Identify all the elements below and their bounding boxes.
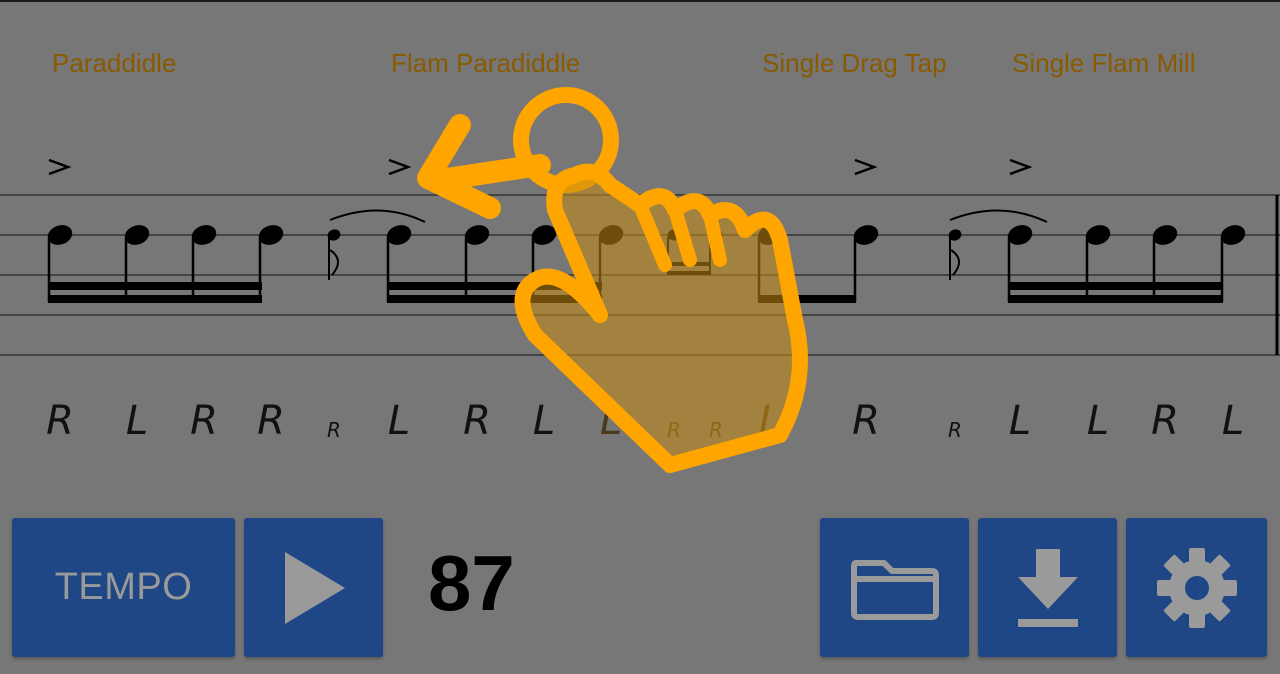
rudiment-title-single-flam-mill[interactable]: Single Flam Mill bbox=[1012, 48, 1196, 79]
sticking-letter: L bbox=[1221, 398, 1245, 444]
download-icon bbox=[1017, 548, 1078, 627]
download-button[interactable] bbox=[978, 518, 1117, 657]
rudiment-title-paraddidle[interactable]: Paraddidle bbox=[52, 48, 176, 79]
open-file-button[interactable] bbox=[820, 518, 969, 657]
rudiment-title-flam-paradiddle[interactable]: Flam Paradiddle bbox=[391, 48, 580, 79]
tempo-button[interactable]: TEMPO bbox=[12, 518, 235, 657]
play-button[interactable] bbox=[244, 518, 383, 657]
sticking-letter: L bbox=[1008, 398, 1032, 444]
sticking-letter: L bbox=[125, 398, 149, 444]
rudiment-title-single-drag-tap[interactable]: Single Drag Tap bbox=[762, 48, 947, 79]
note-group-single-flam-mill bbox=[948, 209, 1246, 303]
sticking-letter: R bbox=[852, 398, 880, 444]
top-border bbox=[0, 0, 1280, 2]
play-icon bbox=[284, 551, 345, 624]
tempo-label: TEMPO bbox=[54, 566, 193, 608]
sticking-letter: L bbox=[1086, 398, 1110, 444]
sticking-letter: R bbox=[257, 398, 285, 444]
sticking-letter: R bbox=[1151, 398, 1179, 444]
settings-button[interactable] bbox=[1126, 518, 1267, 657]
sticking-letter: R bbox=[190, 398, 218, 444]
folder-icon bbox=[850, 559, 939, 620]
sticking-letter-grace: R bbox=[327, 418, 341, 442]
sticking-letter: R bbox=[46, 398, 74, 444]
swipe-left-hand-icon bbox=[417, 87, 808, 473]
sticking-letter-grace: R bbox=[948, 418, 962, 442]
tempo-value: 87 bbox=[428, 539, 515, 627]
gear-icon bbox=[1156, 547, 1237, 628]
